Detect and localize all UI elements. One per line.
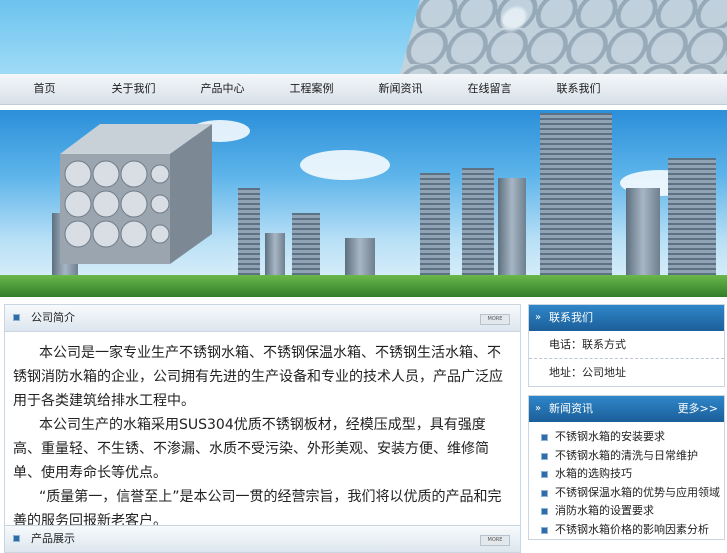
panel-title: 产品展示 (31, 532, 75, 545)
contact-header: » 联系我们 (529, 305, 724, 331)
cloud (300, 150, 390, 180)
building (238, 188, 260, 283)
more-button[interactable]: MORE (480, 314, 510, 325)
nav-item-message[interactable]: 在线留言 (445, 74, 534, 104)
intro-paragraph: 本公司是一家专业生产不锈钢水箱、不锈钢保温水箱、不锈钢生活水箱、不锈钢消防水箱的… (13, 345, 503, 409)
news-header: » 新闻资讯 更多>> (529, 396, 724, 422)
products-panel: 产品展示 MORE (4, 525, 521, 553)
news-item[interactable]: 不锈钢水箱的安装要求 (529, 428, 724, 447)
contact-line: 电话：联系方式 (529, 331, 724, 359)
building (462, 168, 494, 283)
news-item[interactable]: 不锈钢保温水箱的优势与应用领域 (529, 484, 724, 503)
double-chevron-icon: » (535, 312, 542, 323)
nav-item-products[interactable]: 产品中心 (178, 74, 267, 104)
bullet-icon (541, 489, 548, 497)
grass-strip (0, 275, 727, 297)
nav-item-contact[interactable]: 联系我们 (534, 74, 623, 104)
building (626, 188, 660, 283)
double-chevron-icon: » (535, 403, 542, 414)
header-water-tank-image (397, 0, 727, 74)
contact-box: » 联系我们 电话：联系方式 地址：公司地址 (528, 304, 725, 387)
nav-item-cases[interactable]: 工程案例 (267, 74, 356, 104)
building (668, 158, 716, 283)
panel-header: 公司简介 MORE (5, 305, 520, 332)
panel-title: 公司简介 (31, 311, 75, 324)
more-button[interactable]: MORE (480, 535, 510, 546)
intro-paragraph: 本公司生产的水箱采用SUS304优质不锈钢板材，经模压成型，具有强度高、重量轻、… (13, 417, 489, 481)
sidebar: » 联系我们 电话：联系方式 地址：公司地址 » 新闻资讯 更多>> 不锈钢水箱… (528, 304, 725, 548)
building (498, 178, 526, 283)
nav-item-about[interactable]: 关于我们 (89, 74, 178, 104)
news-more-link[interactable]: 更多>> (678, 396, 718, 422)
bullet-icon (541, 434, 548, 441)
building (292, 213, 320, 283)
bullet-icon (541, 526, 548, 534)
bullet-icon (13, 314, 20, 321)
news-item[interactable]: 消防水箱的设置要求 (529, 502, 724, 521)
nav-item-news[interactable]: 新闻资讯 (356, 74, 445, 104)
bullet-icon (541, 471, 548, 478)
news-box: » 新闻资讯 更多>> 不锈钢水箱的安装要求 不锈钢水箱的清洗与日常维护 水箱的… (528, 395, 725, 540)
panel-header: 产品展示 MORE (5, 526, 520, 553)
stainless-water-tank-image (60, 124, 212, 268)
site-header (0, 0, 727, 74)
bullet-icon (541, 508, 548, 515)
news-item[interactable]: 不锈钢水箱的清洗与日常维护 (529, 447, 724, 466)
contact-title: 联系我们 (549, 311, 593, 324)
news-item[interactable]: 水箱的选购技巧 (529, 465, 724, 484)
bullet-icon (13, 535, 20, 542)
building (540, 113, 612, 283)
nav-item-home[interactable]: 首页 (0, 74, 89, 104)
news-item[interactable]: 不锈钢水箱价格的影响因素分析 (529, 521, 724, 540)
news-title: 新闻资讯 (549, 402, 593, 415)
company-intro-panel: 公司简介 MORE 本公司是一家专业生产不锈钢水箱、不锈钢保温水箱、不锈钢生活水… (4, 304, 521, 529)
building (420, 173, 450, 283)
intro-text: 本公司是一家专业生产不锈钢水箱、不锈钢保温水箱、不锈钢生活水箱、不锈钢消防水箱的… (13, 341, 513, 533)
hero-banner (0, 110, 727, 297)
contact-line: 地址：公司地址 (549, 366, 626, 379)
bullet-icon (541, 452, 548, 460)
main-nav: 首页 关于我们 产品中心 工程案例 新闻资讯 在线留言 联系我们 (0, 74, 727, 105)
